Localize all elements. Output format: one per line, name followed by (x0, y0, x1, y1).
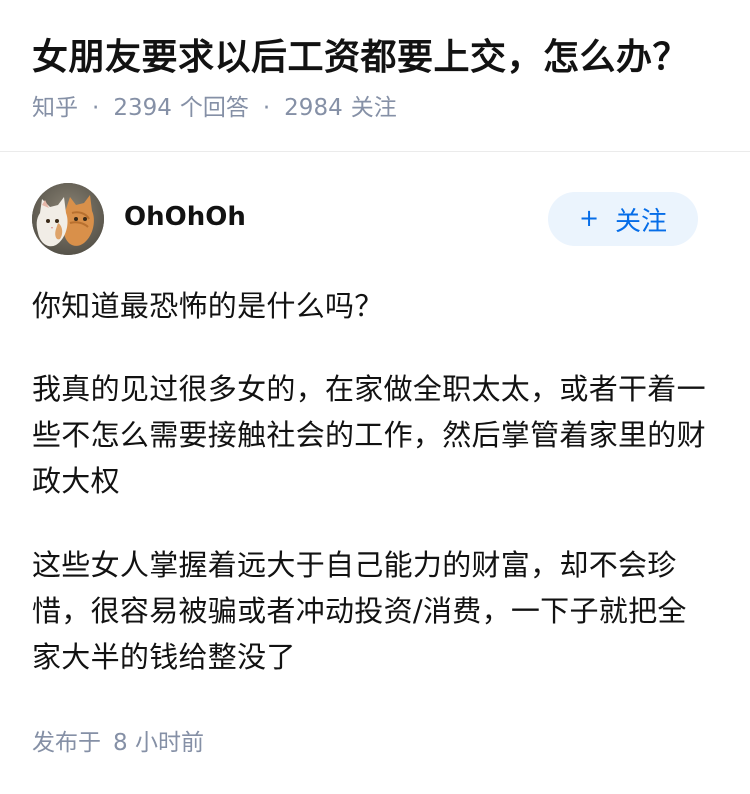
source-label[interactable]: 知乎 (32, 92, 78, 124)
follow-button-label: 关注 (615, 206, 668, 237)
author-name[interactable]: OhOhOh (124, 201, 246, 233)
follower-count: 2984 (284, 95, 343, 121)
cat-avatar-icon[interactable] (32, 183, 104, 255)
meta-separator: · (92, 95, 100, 121)
follow-button[interactable]: + 关注 (548, 192, 698, 246)
question-title[interactable]: 女朋友要求以后工资都要上交，怎么办？ (32, 36, 730, 80)
publish-time: 发布于 8 小时前 (32, 727, 204, 759)
follower-count-label: 关注 (350, 95, 397, 121)
question-header: 女朋友要求以后工资都要上交，怎么办？ 知乎 · 2394 个回答 · 2984 … (32, 36, 730, 124)
author-row: OhOhOh + 关注 (32, 183, 698, 257)
question-meta: 知乎 · 2394 个回答 · 2984 关注 (32, 92, 730, 124)
publish-relative-time: 8 小时前 (113, 730, 204, 756)
answer-paragraph: 我真的见过很多女的，在家做全职太太，或者干着一些不怎么需要接触社会的工作，然后掌… (32, 372, 706, 498)
plus-icon: + (578, 204, 600, 232)
header-divider (0, 151, 750, 152)
publish-prefix: 发布于 (32, 730, 101, 756)
avatar-image (32, 183, 104, 255)
answer-count-label: 个回答 (179, 95, 249, 121)
meta-separator: · (262, 95, 271, 121)
answer-content: 你知道最恐怖的是什么吗？ 我真的见过很多女的，在家做全职太太，或者干着一些不怎么… (32, 283, 712, 718)
answer-paragraph: 这些女人掌握着远大于自己能力的财富，却不会珍惜，很容易被骗或者冲动投资/消费，一… (32, 548, 687, 674)
answer-paragraph: 你知道最恐怖的是什么吗？ (32, 289, 384, 323)
answer-count: 2394 (113, 95, 172, 121)
